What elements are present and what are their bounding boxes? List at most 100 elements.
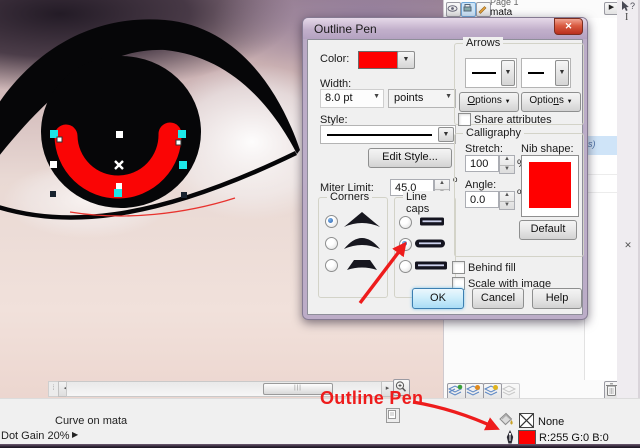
nib-shape-swatch bbox=[529, 162, 571, 208]
window-bottom-edge bbox=[0, 444, 640, 448]
start-arrowhead-combo[interactable]: ▼ bbox=[465, 58, 517, 88]
dropdown-arrow-icon: ▼ bbox=[445, 93, 452, 100]
ok-button[interactable]: OK bbox=[412, 288, 464, 309]
dialog-titlebar[interactable]: Outline Pen ✕ bbox=[303, 18, 587, 39]
arrows-group: Arrows ▼ ▼ Options ▼ Options ▼ bbox=[454, 37, 584, 125]
corner-bevel-radio[interactable] bbox=[325, 259, 338, 272]
outline-pen-dialog: Outline Pen ✕ Color: ▼ Width: 8.0 pt ▼ p… bbox=[302, 17, 588, 320]
dropdown-arrow-icon: ▼ bbox=[566, 99, 573, 105]
selection-handle[interactable] bbox=[114, 189, 122, 197]
dropdown-arrow-icon[interactable]: ▼ bbox=[555, 60, 569, 86]
pen-nib-icon[interactable] bbox=[505, 429, 515, 445]
selection-handle[interactable] bbox=[116, 183, 122, 189]
node-handle[interactable] bbox=[56, 136, 63, 143]
cap-butt-radio[interactable] bbox=[399, 216, 412, 229]
help-cursor-icon: ? bbox=[620, 0, 638, 13]
printer-icon[interactable] bbox=[461, 2, 476, 17]
width-value: 8.0 pt bbox=[325, 92, 353, 104]
corner-miter-radio[interactable] bbox=[325, 215, 338, 228]
spinner-down-icon[interactable]: ▼ bbox=[500, 202, 514, 211]
dialog-title: Outline Pen bbox=[314, 22, 377, 36]
degree-symbol: o bbox=[517, 187, 522, 196]
selection-handle[interactable] bbox=[50, 191, 56, 197]
default-button[interactable]: Default bbox=[519, 220, 577, 240]
spinner-up-icon[interactable]: ▲ bbox=[500, 156, 514, 166]
arrowhead-none-glyph bbox=[472, 72, 496, 74]
docker-list: s) bbox=[584, 18, 619, 380]
style-combo[interactable]: ▼ bbox=[320, 125, 456, 144]
angle-label: Angle: bbox=[465, 179, 497, 191]
ibeam-icon: I bbox=[625, 12, 629, 23]
line-caps-group-label: Line caps bbox=[403, 191, 455, 215]
corners-group-label: Corners bbox=[327, 191, 373, 203]
width-combo[interactable]: 8.0 pt ▼ bbox=[320, 89, 384, 108]
stretch-label: Stretch: bbox=[465, 143, 503, 155]
selection-handle[interactable] bbox=[50, 161, 57, 168]
arrows-group-label: Arrows bbox=[463, 37, 504, 49]
cancel-button[interactable]: Cancel bbox=[472, 288, 524, 309]
selection-handle[interactable] bbox=[116, 131, 123, 138]
page-label: Page 1 bbox=[490, 0, 519, 7]
behind-fill-checkbox[interactable] bbox=[452, 261, 465, 274]
linecap-square-glyph bbox=[415, 261, 447, 270]
spinner-up-icon[interactable]: ▲ bbox=[435, 180, 449, 190]
linecap-butt-glyph bbox=[420, 217, 444, 226]
angle-stepper[interactable]: ▲ ▼ bbox=[499, 191, 515, 210]
new-master-layer-icon[interactable] bbox=[465, 383, 484, 398]
dropdown-arrow-icon: ▼ bbox=[373, 93, 380, 100]
new-master-layer-all-icon[interactable] bbox=[483, 383, 502, 398]
color-label: Color: bbox=[320, 53, 350, 65]
color-dropdown[interactable]: ▼ bbox=[397, 51, 415, 69]
pencil-edit-icon[interactable] bbox=[476, 2, 491, 17]
list-row-fragment: s) bbox=[588, 139, 596, 149]
outline-color-swatch[interactable] bbox=[358, 51, 398, 69]
selection-handle[interactable] bbox=[178, 130, 186, 138]
docker-tab-strip: ✦ Hints A Text Properties ≡ Object Manag… bbox=[617, 0, 640, 398]
dropdown-arrow-icon[interactable]: ▼ bbox=[501, 60, 515, 86]
svg-text:?: ? bbox=[630, 1, 635, 11]
end-arrowhead-combo[interactable]: ▼ bbox=[521, 58, 571, 88]
cap-round-radio[interactable] bbox=[399, 238, 412, 251]
nib-shape-preview[interactable] bbox=[521, 155, 579, 217]
new-layer-icon[interactable] bbox=[447, 383, 466, 398]
dropdown-arrow-icon: ▼ bbox=[504, 99, 511, 105]
nib-shape-label: Nib shape: bbox=[521, 143, 574, 155]
width-units-combo[interactable]: points ▼ bbox=[388, 89, 456, 108]
row-divider bbox=[585, 174, 619, 175]
eye-visibility-icon[interactable] bbox=[446, 2, 461, 17]
angle-input[interactable]: 0.0 bbox=[465, 191, 499, 208]
node-handle[interactable] bbox=[175, 139, 182, 146]
new-master-layer-odd-icon[interactable] bbox=[501, 383, 520, 398]
options-button-start[interactable]: Options ▼ bbox=[459, 92, 519, 112]
flyout-arrow-icon[interactable]: ▶ bbox=[72, 430, 78, 439]
close-icon[interactable]: ✕ bbox=[554, 18, 583, 35]
corner-miter-glyph bbox=[344, 212, 380, 227]
linecap-round-glyph bbox=[415, 239, 445, 248]
help-button[interactable]: Help bbox=[532, 288, 582, 309]
spinner-up-icon[interactable]: ▲ bbox=[500, 192, 514, 202]
page-icon bbox=[386, 408, 400, 423]
edit-style-button[interactable]: Edit Style... bbox=[368, 148, 452, 168]
calligraphy-group: Calligraphy Stretch: 100 ▲▼ % Nib shape:… bbox=[454, 127, 584, 257]
stretch-stepper[interactable]: ▲ ▼ bbox=[499, 155, 515, 174]
close-docker-icon[interactable]: ✕ bbox=[622, 239, 634, 251]
corners-group: Corners bbox=[318, 191, 388, 298]
options-button-end[interactable]: Options ▼ bbox=[521, 92, 581, 112]
calligraphy-group-label: Calligraphy bbox=[463, 127, 525, 139]
paint-bucket-icon[interactable] bbox=[497, 412, 514, 427]
selection-handle[interactable] bbox=[181, 192, 187, 198]
share-attributes-label: Share attributes bbox=[474, 114, 552, 126]
share-attributes-checkbox[interactable] bbox=[458, 113, 471, 126]
fill-status-value: None bbox=[538, 416, 565, 428]
corner-round-radio[interactable] bbox=[325, 237, 338, 250]
selection-handle[interactable] bbox=[179, 161, 187, 169]
proof-color-setting[interactable]: Dot Gain 20% bbox=[1, 430, 69, 442]
selected-list-row[interactable]: s) bbox=[585, 136, 619, 155]
selection-info: Curve on mata bbox=[55, 415, 128, 427]
row-divider bbox=[585, 192, 619, 193]
spinner-down-icon[interactable]: ▼ bbox=[500, 166, 514, 175]
cap-square-radio[interactable] bbox=[399, 260, 412, 273]
none-fill-icon[interactable] bbox=[519, 413, 534, 428]
stretch-input[interactable]: 100 bbox=[465, 155, 499, 172]
dropdown-arrow-icon[interactable]: ▼ bbox=[438, 127, 454, 142]
